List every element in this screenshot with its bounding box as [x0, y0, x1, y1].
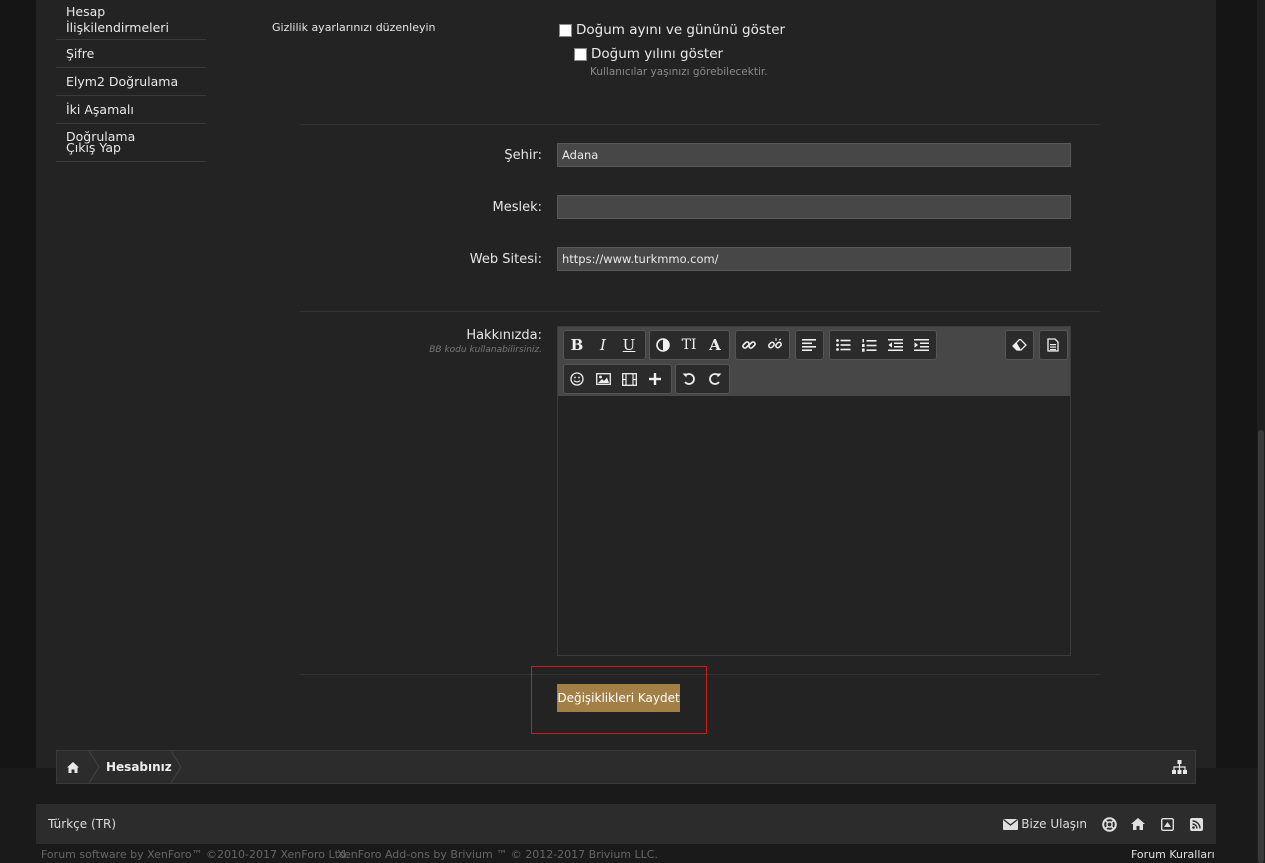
sitemap-button[interactable]: [1169, 751, 1189, 783]
occupation-field[interactable]: [557, 195, 1071, 219]
brivium-copyright[interactable]: XenForo Add-ons by Brivium ™ © 2012-2017…: [337, 848, 658, 861]
home-icon: [67, 761, 79, 773]
help-icon[interactable]: [1101, 816, 1117, 832]
account-content: Hesap İlişkilendirmeleri Şifre Elym2 Doğ…: [36, 0, 1216, 768]
sidebar-item-label: Şifre: [66, 46, 95, 61]
editor-toolbar: B I U TI A: [558, 327, 1070, 396]
breadcrumb-home[interactable]: [57, 751, 89, 783]
unlink-icon[interactable]: [762, 331, 788, 359]
list-group: [829, 330, 937, 360]
show-year-option[interactable]: Doğum yılını göster: [574, 46, 723, 62]
font-color-icon[interactable]: A: [702, 331, 728, 359]
show-year-checkbox[interactable]: [574, 47, 587, 61]
contact-link[interactable]: Bize Ulaşın: [1003, 817, 1087, 831]
contact-label: Bize Ulaşın: [1021, 817, 1087, 831]
show-day-month-option[interactable]: Doğum ayını ve gününü göster: [559, 22, 785, 38]
language-chooser[interactable]: Türkçe (TR): [48, 804, 116, 844]
sidebar-item-password[interactable]: Şifre: [56, 40, 206, 68]
about-label: Hakkınızda:: [466, 328, 542, 343]
section-divider: [300, 124, 1100, 125]
eraser-group: [1005, 330, 1034, 360]
eraser-icon[interactable]: [1006, 331, 1032, 359]
privacy-label: Gizlilik ayarlarınızı düzenleyin: [272, 21, 436, 34]
forum-rules-link[interactable]: Forum Kuralları: [1131, 848, 1215, 861]
numbered-list-icon[interactable]: [856, 331, 882, 359]
sidebar-item-account-links[interactable]: Hesap İlişkilendirmeleri: [56, 0, 206, 40]
home-icon[interactable]: [1130, 816, 1146, 832]
color-contrast-icon[interactable]: [650, 331, 676, 359]
show-year-hint: Kullanıcılar yaşınızı görebilecektir.: [590, 66, 768, 78]
editor-content-area[interactable]: [558, 396, 1070, 655]
undo-icon[interactable]: [676, 365, 702, 393]
occupation-label: Meslek:: [492, 200, 542, 215]
bullet-list-icon[interactable]: [830, 331, 856, 359]
city-field[interactable]: [557, 143, 1071, 167]
breadcrumb-separator: [171, 751, 182, 783]
underline-icon[interactable]: U: [616, 331, 642, 359]
bold-icon[interactable]: B: [564, 331, 590, 359]
plus-icon[interactable]: [642, 365, 668, 393]
font-size-icon[interactable]: TI: [676, 331, 702, 359]
image-icon[interactable]: [590, 365, 616, 393]
footer-bar: Türkçe (TR) Bize Ulaşın: [36, 804, 1216, 844]
sitemap-icon: [1171, 760, 1187, 774]
about-hint: BB kodu kullanabilirsiniz.: [429, 345, 542, 355]
outdent-icon[interactable]: [882, 331, 908, 359]
redo-icon[interactable]: [702, 365, 728, 393]
align-group: [795, 330, 824, 360]
insert-group: [563, 364, 672, 394]
footer-links: Bize Ulaşın: [1003, 804, 1216, 844]
xenforo-copyright[interactable]: Forum software by XenForo™ ©2010-2017 Xe…: [41, 848, 349, 861]
italic-icon[interactable]: I: [590, 331, 616, 359]
font-group: TI A: [649, 330, 730, 360]
sidebar-item-label: Elym2 Doğrulama: [66, 74, 179, 89]
media-icon[interactable]: [616, 365, 642, 393]
breadcrumb: Hesabınız: [56, 750, 1196, 784]
link-icon[interactable]: [736, 331, 762, 359]
envelope-icon: [1003, 818, 1019, 830]
scrollbar-thumb[interactable]: [1258, 430, 1264, 863]
section-divider: [300, 311, 1100, 312]
sidebar-item-label: Hesap İlişkilendirmeleri: [66, 4, 169, 35]
source-view-icon[interactable]: [1040, 331, 1066, 359]
show-day-month-label: Doğum ayını ve gününü göster: [576, 22, 786, 38]
rss-icon[interactable]: [1188, 816, 1204, 832]
city-label: Şehir:: [504, 148, 542, 163]
website-label: Web Sitesi:: [469, 252, 542, 267]
breadcrumb-separator: [89, 751, 100, 783]
show-day-month-checkbox[interactable]: [559, 23, 572, 37]
history-group: [675, 364, 730, 394]
indent-icon[interactable]: [908, 331, 934, 359]
scroll-top-icon[interactable]: [1159, 816, 1175, 832]
highlight-box: [531, 666, 707, 734]
align-left-icon[interactable]: [796, 331, 822, 359]
website-field[interactable]: [557, 247, 1071, 271]
show-year-label: Doğum yılını göster: [591, 46, 724, 62]
account-sidebar: Hesap İlişkilendirmeleri Şifre Elym2 Doğ…: [56, 0, 206, 162]
source-group: [1039, 330, 1068, 360]
sidebar-item-two-step-verification[interactable]: İki Aşamalı Doğrulama: [56, 96, 206, 144]
about-editor[interactable]: B I U TI A: [557, 326, 1071, 656]
text-style-group: B I U: [563, 330, 646, 360]
sidebar-item-elym2-verification[interactable]: Elym2 Doğrulama: [56, 68, 206, 96]
page-margin-right: [1216, 0, 1257, 768]
sidebar-item-label: Çıkış Yap: [66, 140, 121, 155]
vertical-scrollbar[interactable]: [1257, 0, 1265, 863]
smiley-icon[interactable]: [564, 365, 590, 393]
page-margin-left: [0, 0, 36, 768]
link-group: [735, 330, 790, 360]
breadcrumb-item-account[interactable]: Hesabınız: [106, 751, 172, 783]
